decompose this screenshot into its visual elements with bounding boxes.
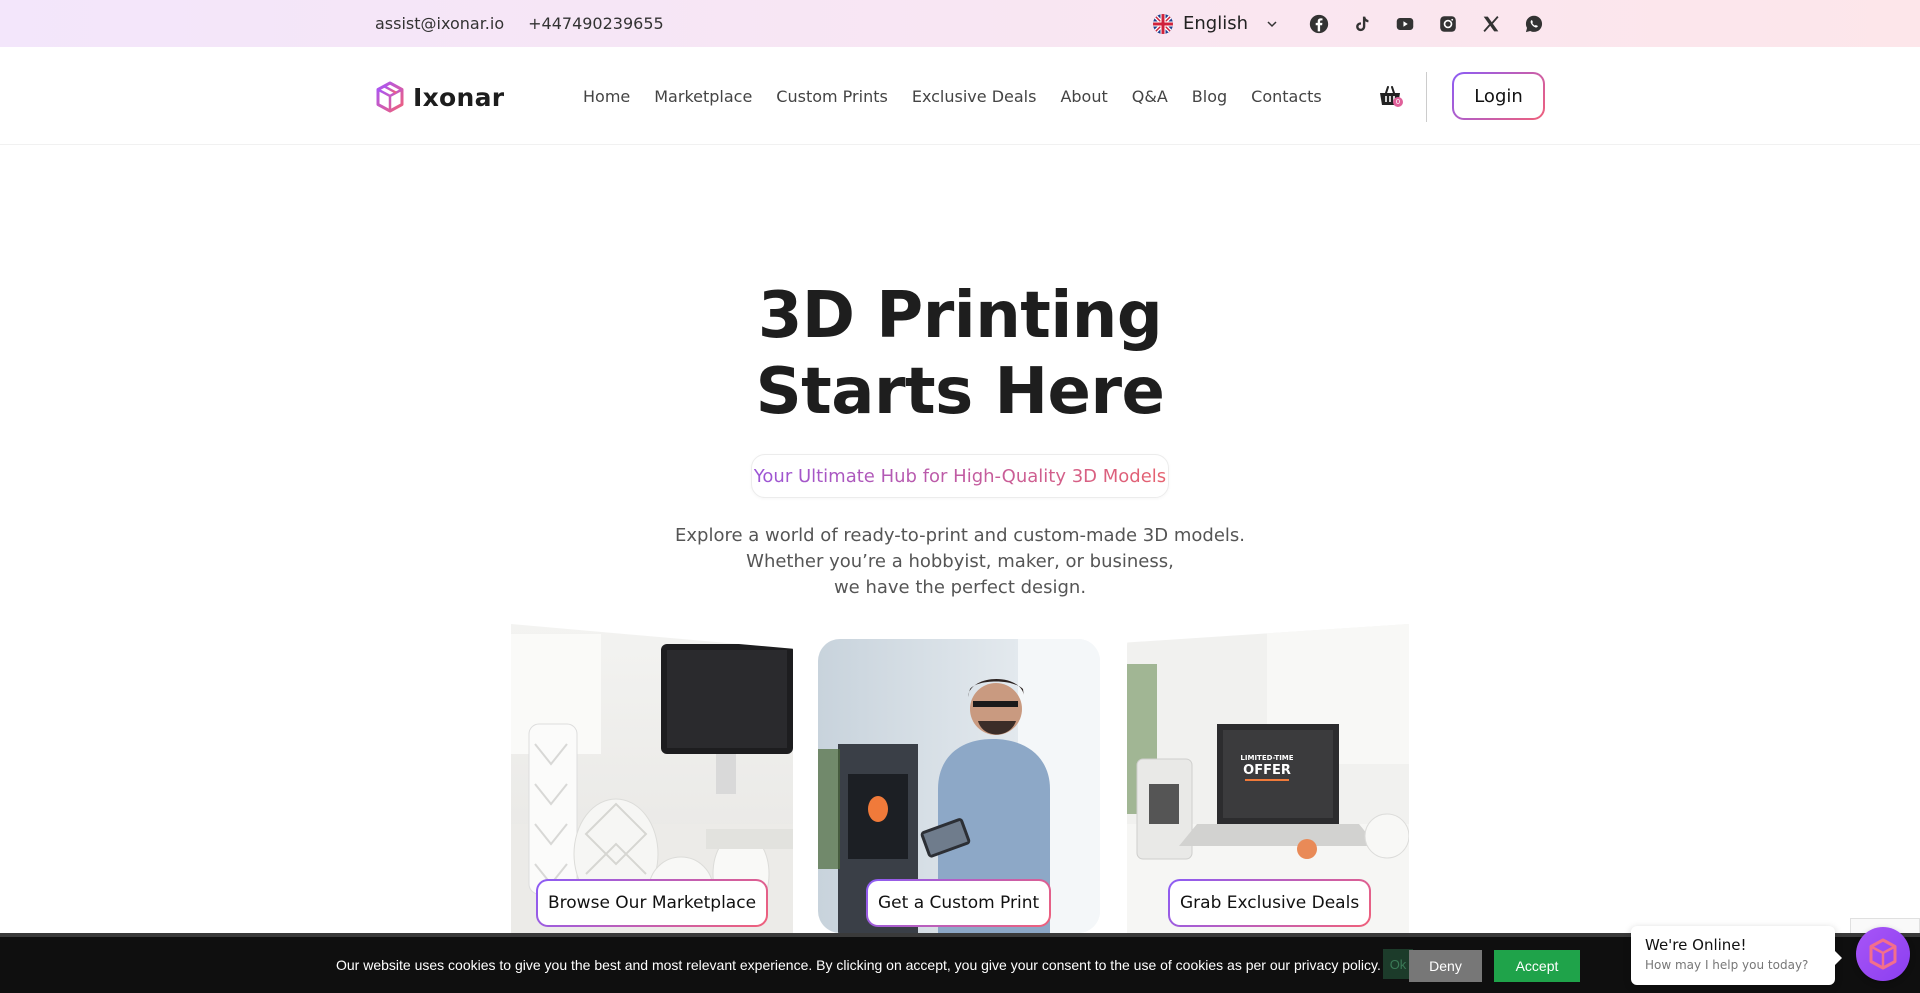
hero-description: Explore a world of ready-to-print and cu… (0, 523, 1920, 601)
youtube-icon[interactable] (1394, 13, 1416, 35)
social-links (1308, 13, 1545, 35)
top-bar: assist@ixonar.io +447490239655 English (0, 0, 1920, 47)
phone-link[interactable]: +447490239655 (528, 14, 664, 33)
login-button[interactable]: Login (1452, 72, 1545, 120)
main-nav: Home Marketplace Custom Prints Exclusive… (583, 47, 1322, 145)
whatsapp-icon[interactable] (1523, 13, 1545, 35)
logo[interactable]: Ixonar (375, 81, 504, 113)
hero-title-line-1: 3D Printing (757, 279, 1163, 353)
hero-title: 3D Printing Starts Here (0, 278, 1920, 430)
nav-contacts[interactable]: Contacts (1251, 87, 1322, 106)
header-divider (1426, 72, 1427, 122)
tagline-text: Your Ultimate Hub for High-Quality 3D Mo… (753, 465, 1167, 487)
site-header: Ixonar Home Marketplace Custom Prints Ex… (0, 47, 1920, 145)
cart-count-badge: 0 (1393, 97, 1403, 107)
description-line-2: Whether you’re a hobbyist, maker, or bus… (746, 551, 1174, 572)
nav-custom-prints[interactable]: Custom Prints (776, 87, 888, 106)
tiktok-icon[interactable] (1351, 13, 1373, 35)
instagram-icon[interactable] (1437, 13, 1459, 35)
screen-text-limited: LIMITED-TIME (1240, 754, 1293, 762)
contact-info: assist@ixonar.io +447490239655 (375, 0, 664, 47)
screen-text-offer: OFFER (1243, 763, 1291, 778)
hero-title-line-2: Starts Here (755, 355, 1165, 429)
tagline-pill: Your Ultimate Hub for High-Quality 3D Mo… (751, 454, 1169, 498)
nav-home[interactable]: Home (583, 87, 630, 106)
custom-print-card[interactable]: Get a Custom Print (818, 639, 1100, 933)
logo-text: Ixonar (413, 82, 505, 112)
browse-marketplace-button[interactable]: Browse Our Marketplace (536, 879, 768, 927)
chat-greeting-bubble[interactable]: We're Online! How may I help you today? (1631, 926, 1842, 985)
grab-exclusive-deals-button[interactable]: Grab Exclusive Deals (1168, 879, 1371, 927)
nav-marketplace[interactable]: Marketplace (654, 87, 752, 106)
nav-exclusive-deals[interactable]: Exclusive Deals (912, 87, 1037, 106)
chat-subtitle: How may I help you today? (1645, 958, 1809, 972)
facebook-icon[interactable] (1308, 13, 1330, 35)
exclusive-deals-card[interactable]: LIMITED-TIME OFFER Grab Exclusive Deals (1127, 624, 1409, 933)
top-bar-right: English (1153, 0, 1545, 47)
nav-about[interactable]: About (1060, 87, 1107, 106)
marketplace-card[interactable]: Browse Our Marketplace (511, 624, 793, 933)
cookie-message: Our website uses cookies to give you the… (336, 957, 1381, 973)
nav-blog[interactable]: Blog (1192, 87, 1227, 106)
accept-cookies-button[interactable]: Accept (1494, 950, 1580, 982)
description-line-1: Explore a world of ready-to-print and cu… (675, 525, 1245, 546)
x-icon[interactable] (1480, 13, 1502, 35)
ixonar-logo-icon (376, 81, 404, 113)
chat-launcher-button[interactable] (1856, 927, 1910, 981)
description-line-3: we have the perfect design. (833, 577, 1087, 598)
chevron-down-icon (1267, 20, 1277, 27)
chat-title: We're Online! (1645, 936, 1747, 954)
email-link[interactable]: assist@ixonar.io (375, 14, 504, 33)
nav-qa[interactable]: Q&A (1132, 87, 1168, 106)
cart-button[interactable]: 0 (1378, 84, 1404, 110)
chat-logo-icon (1869, 938, 1897, 970)
language-label: English (1183, 13, 1248, 34)
get-custom-print-button[interactable]: Get a Custom Print (866, 879, 1051, 927)
uk-flag-icon (1153, 13, 1173, 34)
deny-cookies-button[interactable]: Deny (1409, 950, 1482, 982)
language-selector[interactable]: English (1153, 13, 1278, 34)
